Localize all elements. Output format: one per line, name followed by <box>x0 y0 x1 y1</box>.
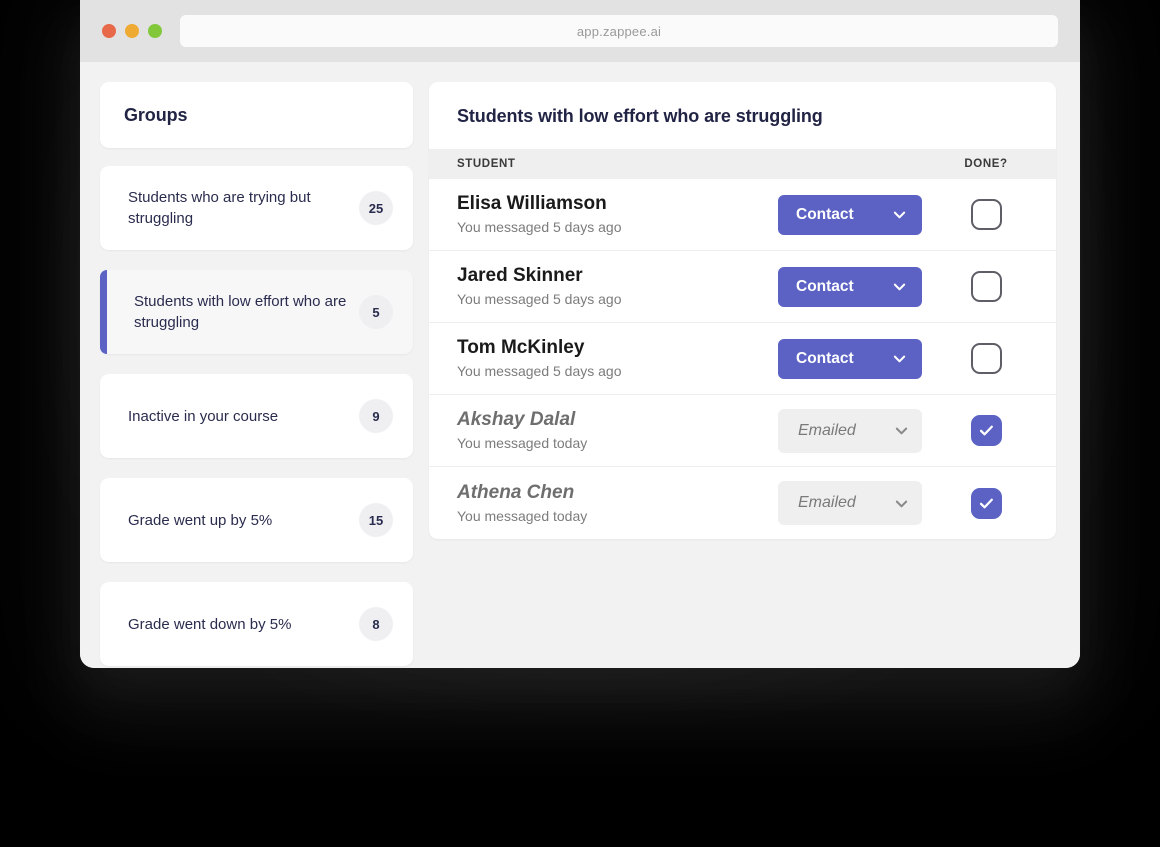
sidebar-item-count-badge: 15 <box>359 503 393 537</box>
chevron-down-icon <box>895 427 908 435</box>
table-row: Jared Skinner You messaged 5 days ago Cont… <box>429 251 1056 323</box>
sidebar-item-group-3[interactable]: Grade went up by 5% 15 <box>100 478 413 562</box>
student-info: Athena Chen You messaged today <box>457 481 778 526</box>
done-checkbox[interactable] <box>970 343 1002 374</box>
done-cell <box>944 271 1028 302</box>
student-name: Akshay Dalal <box>457 409 576 430</box>
table-row: Tom McKinley You messaged 5 days ago Conta… <box>429 323 1056 395</box>
group-list: Students who are trying but struggling 25… <box>100 166 413 666</box>
action-cell: Contact <box>778 266 922 307</box>
sidebar-item-group-4[interactable]: Grade went down by 5% 8 <box>100 582 413 666</box>
action-cell: Emailed <box>778 481 922 525</box>
sidebar-item-group-0[interactable]: Students who are trying but struggling 25 <box>100 166 413 250</box>
action-cell: Contact <box>778 338 922 379</box>
chevron-down-icon <box>893 355 906 363</box>
sidebar-item-count-badge: 8 <box>359 607 393 641</box>
sidebar-item-label: Inactive in your course <box>128 407 279 425</box>
sidebar-item-label: Students with low effort who are struggl… <box>134 293 347 331</box>
contact-button-label: Contact <box>796 277 854 295</box>
chevron-down-icon <box>893 283 906 291</box>
action-cell: Contact <box>778 194 922 235</box>
minimize-window-icon[interactable] <box>125 24 139 38</box>
done-cell <box>944 415 1028 446</box>
table-row: Akshay Dalal You messaged today Emailed <box>429 395 1056 467</box>
emailed-status-label: Emailed <box>798 494 856 511</box>
done-checkbox[interactable] <box>970 487 1002 519</box>
app-content: Groups Students who are trying but strug… <box>80 62 1080 668</box>
student-status: You messaged 5 days ago <box>457 291 622 307</box>
student-info: Akshay Dalal You messaged today <box>457 408 778 453</box>
contact-button[interactable]: Contact <box>778 338 922 379</box>
student-info: Jared Skinner You messaged 5 days ago <box>457 264 778 309</box>
sidebar-item-label: Grade went down by 5% <box>128 615 292 633</box>
check-icon <box>979 425 993 436</box>
url-bar[interactable]: app.zappee.ai <box>180 15 1058 47</box>
url-text: app.zappee.ai <box>576 23 662 39</box>
contact-button-label: Contact <box>796 205 854 223</box>
contact-button-label: Contact <box>796 349 854 367</box>
emailed-status-dropdown[interactable]: Emailed <box>778 408 922 453</box>
contact-button[interactable]: Contact <box>778 266 922 307</box>
done-checkbox[interactable] <box>970 415 1002 446</box>
browser-titlebar: app.zappee.ai <box>80 0 1080 62</box>
contact-button[interactable]: Contact <box>778 194 922 235</box>
sidebar-item-count-badge: 5 <box>359 295 393 329</box>
student-name: Tom McKinley <box>457 337 585 358</box>
done-checkbox[interactable] <box>970 271 1002 302</box>
student-status: You messaged today <box>457 507 588 524</box>
student-status: You messaged 5 days ago <box>457 219 622 235</box>
sidebar-item-count-badge: 9 <box>359 399 393 433</box>
close-window-icon[interactable] <box>102 24 116 38</box>
student-table-body: Elisa Williamson You messaged 5 days ago C… <box>429 179 1056 539</box>
browser-window: app.zappee.ai Groups Students who are tr… <box>80 0 1080 668</box>
chevron-down-icon <box>895 500 908 507</box>
page-title: Students with low effort who are struggl… <box>457 106 823 126</box>
sidebar-title: Groups <box>124 104 188 125</box>
table-header-row: STUDENT DONE? <box>429 149 1056 179</box>
sidebar-item-group-2[interactable]: Inactive in your course 9 <box>100 374 413 458</box>
emailed-status-dropdown[interactable]: Emailed <box>778 481 922 525</box>
emailed-status-label: Emailed <box>798 421 856 439</box>
maximize-window-icon[interactable] <box>148 24 162 38</box>
sidebar-item-count-badge: 25 <box>359 191 393 225</box>
done-checkbox[interactable] <box>970 199 1002 230</box>
student-name: Athena Chen <box>457 481 575 503</box>
student-status: You messaged 5 days ago <box>457 363 622 379</box>
sidebar-item-label: Students who are trying but struggling <box>128 189 311 227</box>
sidebar: Groups Students who are trying but strug… <box>100 82 413 668</box>
table-row: Elisa Williamson You messaged 5 days ago C… <box>429 179 1056 251</box>
student-info: Tom McKinley You messaged 5 days ago <box>457 336 778 381</box>
done-cell <box>944 343 1028 374</box>
students-card: Students with low effort who are struggl… <box>429 82 1056 539</box>
table-row: Athena Chen You messaged today Emailed <box>429 467 1056 539</box>
main-panel: Students with low effort who are struggl… <box>429 82 1056 668</box>
sidebar-item-label: Grade went up by 5% <box>128 511 273 529</box>
chevron-down-icon <box>893 211 906 219</box>
student-name: Elisa Williamson <box>457 193 607 214</box>
column-header-student: STUDENT <box>457 158 516 170</box>
done-cell <box>944 487 1028 519</box>
traffic-lights <box>102 24 162 38</box>
done-cell <box>944 199 1028 230</box>
column-header-done: DONE? <box>964 158 1008 170</box>
sidebar-item-group-1[interactable]: Students with low effort who are struggl… <box>100 270 413 354</box>
student-name: Jared Skinner <box>457 265 583 286</box>
sidebar-header: Groups <box>100 82 413 148</box>
student-status: You messaged today <box>457 435 588 451</box>
student-info: Elisa Williamson You messaged 5 days ago <box>457 192 778 237</box>
action-cell: Emailed <box>778 408 922 453</box>
check-icon <box>979 498 993 508</box>
